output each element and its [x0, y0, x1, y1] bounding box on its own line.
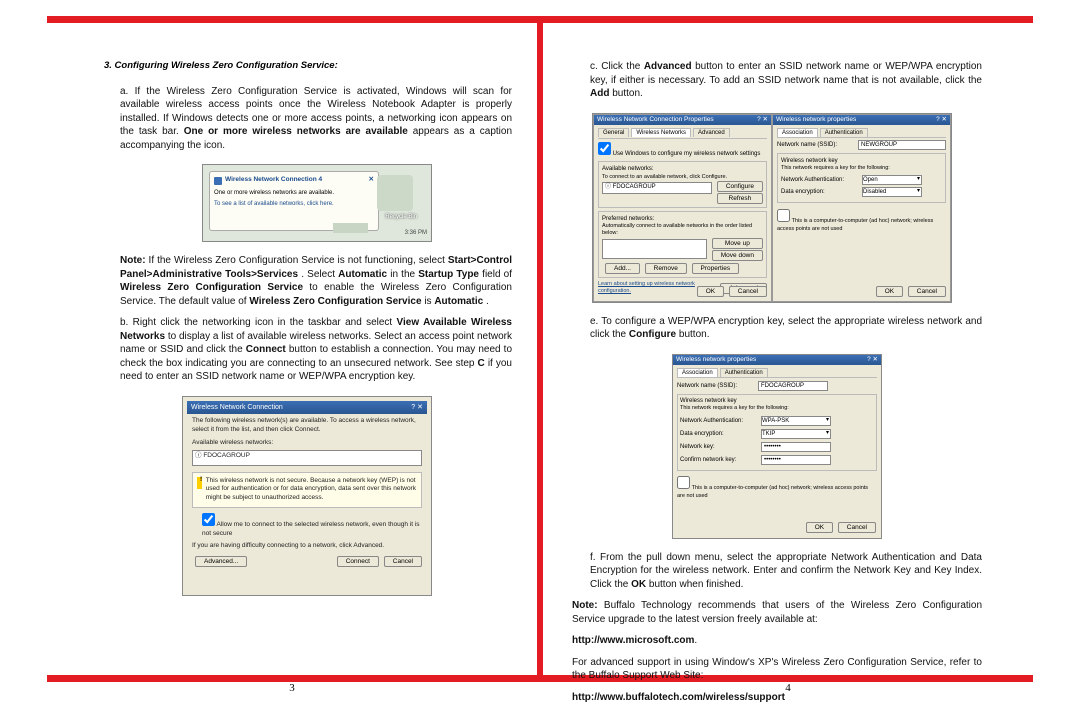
- movedown-button[interactable]: Move down: [712, 250, 763, 261]
- microsoft-url: http://www.microsoft.com.: [572, 634, 982, 648]
- ok-button-left[interactable]: OK: [697, 286, 724, 297]
- tooltip-line1: One or more wireless networks are availa…: [214, 189, 374, 197]
- note-recommendation: Note: Buffalo Technology recommends that…: [572, 599, 982, 626]
- allow-insecure-checkbox[interactable]: [202, 513, 215, 526]
- step-b: b. Right click the networking icon in th…: [102, 316, 512, 384]
- note-wzc-not-functioning: Note: If the Wireless Zero Configuration…: [102, 254, 512, 308]
- advanced-support-text: For advanced support in using Window's X…: [572, 656, 982, 683]
- cancel-button-right[interactable]: Cancel: [908, 286, 946, 297]
- advanced-button[interactable]: Advanced...: [195, 556, 247, 567]
- ssid-input-2[interactable]: FDOCAGROUP: [758, 381, 828, 391]
- properties-button[interactable]: Properties: [692, 263, 740, 274]
- confirm-key-input[interactable]: ••••••••: [761, 455, 831, 465]
- right-pane: Wireless network properties? ✕ Associati…: [772, 114, 951, 302]
- use-windows-checkbox[interactable]: [598, 142, 611, 155]
- step-a-bold: One or more wireless networks are availa…: [184, 126, 408, 137]
- step-a: a. If the Wireless Zero Configuration Se…: [102, 85, 512, 153]
- difficulty-text: If you are having difficulty connecting …: [192, 542, 422, 551]
- step-c: c. Click the Advanced button to enter an…: [572, 60, 982, 101]
- dialog-title: Wireless Network Connection: [191, 403, 283, 412]
- tab-general[interactable]: General: [598, 128, 629, 137]
- clock: 3:36 PM: [405, 229, 427, 237]
- network-key-input[interactable]: ••••••••: [761, 442, 831, 452]
- ok-button-fig4[interactable]: OK: [806, 522, 833, 533]
- note-label: Note:: [120, 255, 146, 266]
- remove-button[interactable]: Remove: [645, 263, 687, 274]
- add-button[interactable]: Add...: [605, 263, 640, 274]
- ok-button-right[interactable]: OK: [876, 286, 903, 297]
- vertical-red-divider: [537, 16, 543, 682]
- step-f: f. From the pull down menu, select the a…: [572, 551, 982, 592]
- tab-wireless-networks[interactable]: Wireless Networks: [631, 128, 691, 137]
- section-heading: 3. Configuring Wireless Zero Configurati…: [104, 60, 512, 73]
- figure-connection-properties: Wireless Network Connection Properties? …: [592, 113, 952, 303]
- moveup-button[interactable]: Move up: [712, 238, 763, 249]
- recycle-bin-icon: [377, 175, 413, 211]
- refresh-button[interactable]: Refresh: [717, 193, 763, 204]
- network-listbox[interactable]: ⓘ FDOCAGROUP: [192, 450, 422, 466]
- page-3-content: 3. Configuring Wireless Zero Configurati…: [102, 60, 512, 608]
- step-e: e. To configure a WEP/WPA encryption key…: [572, 315, 982, 342]
- figure-taskbar-tooltip: Wireless Network Connection 4✕ One or mo…: [202, 164, 432, 242]
- tab-authentication[interactable]: Authentication: [820, 128, 868, 137]
- left-pane: Wireless Network Connection Properties? …: [593, 114, 772, 302]
- recycle-bin-label: Recycle Bin: [385, 213, 417, 221]
- adhoc-checkbox-2[interactable]: [677, 476, 690, 489]
- buffalo-url: http://www.buffalotech.com/wireless/supp…: [572, 691, 982, 705]
- page-number-left: 3: [47, 682, 537, 694]
- configure-button[interactable]: Configure: [717, 181, 763, 192]
- figure-network-properties: Wireless network properties? ✕ Associati…: [672, 354, 882, 539]
- adhoc-checkbox[interactable]: [777, 209, 790, 222]
- tooltip-title: Wireless Network Connection 4: [225, 176, 322, 185]
- figure-wireless-connection-dialog: Wireless Network Connection ? ✕ The foll…: [182, 396, 432, 596]
- auth-select-2[interactable]: WPA-PSK: [761, 416, 831, 426]
- dialog-intro: The following wireless network(s) are av…: [192, 417, 422, 435]
- tab-association-2[interactable]: Association: [677, 368, 718, 377]
- page-4-content: c. Click the Advanced button to enter an…: [572, 60, 982, 712]
- tab-association[interactable]: Association: [777, 128, 818, 137]
- auth-select[interactable]: Open: [862, 175, 922, 185]
- connect-button[interactable]: Connect: [337, 556, 379, 567]
- allow-insecure-label: Allow me to connect to the selected wire…: [202, 521, 420, 537]
- warning-text: This wireless network is not secure. Bec…: [206, 477, 417, 503]
- cancel-button-left[interactable]: Cancel: [729, 286, 767, 297]
- cancel-button-fig4[interactable]: Cancel: [838, 522, 876, 533]
- encryption-select-2[interactable]: TKIP: [761, 429, 831, 439]
- available-networks-label: Available wireless networks:: [192, 439, 422, 448]
- tab-authentication-2[interactable]: Authentication: [720, 368, 768, 377]
- ssid-input[interactable]: NEWGROUP: [858, 140, 946, 150]
- encryption-select[interactable]: Disabled: [862, 187, 922, 197]
- tab-advanced[interactable]: Advanced: [693, 128, 730, 137]
- tooltip-line2: To see a list of available networks, cli…: [214, 200, 374, 208]
- warning-icon: [197, 477, 202, 489]
- cancel-button[interactable]: Cancel: [384, 556, 422, 567]
